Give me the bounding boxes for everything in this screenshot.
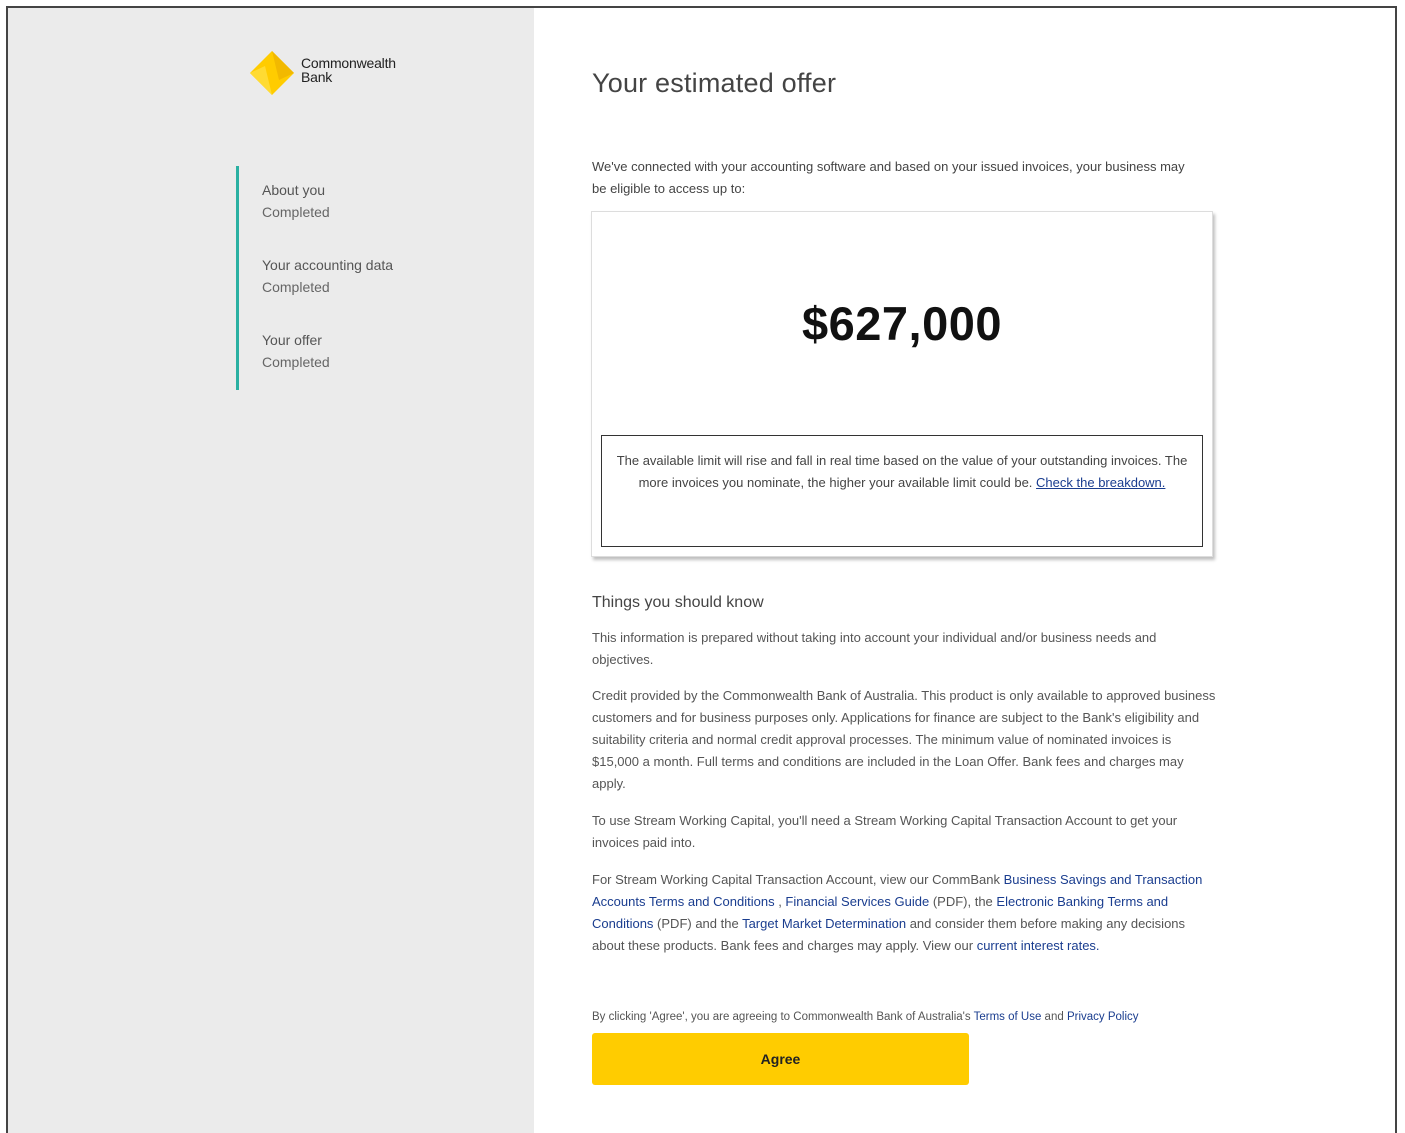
- step-your-offer: Your offer Completed: [262, 330, 393, 390]
- interest-rates-link[interactable]: current interest rates.: [977, 938, 1100, 953]
- cba-diamond-icon: [250, 51, 294, 95]
- consent-prefix: By clicking 'Agree', you are agreeing to…: [592, 1011, 974, 1023]
- offer-card: $627,000 The available limit will rise a…: [591, 211, 1213, 557]
- terms-text: (PDF) and the: [653, 916, 743, 931]
- brand-name-line2: Bank: [301, 69, 333, 85]
- things-heading: Things you should know: [592, 594, 764, 611]
- step-about-you: About you Completed: [262, 180, 393, 240]
- step-status: Completed: [262, 204, 330, 220]
- brand-logo: Commonwealth Bank: [249, 50, 396, 96]
- terms-text: (PDF), the: [929, 894, 997, 909]
- limit-note-box: The available limit will rise and fall i…: [601, 435, 1203, 547]
- info-paragraph: This information is prepared without tak…: [592, 630, 1157, 667]
- account-paragraph: To use Stream Working Capital, you'll ne…: [592, 813, 1178, 850]
- sidebar: Commonwealth Bank About you Completed Yo…: [8, 8, 534, 1133]
- brand-name: Commonwealth Bank: [301, 56, 396, 84]
- terms-of-use-link[interactable]: Terms of Use: [974, 1011, 1042, 1023]
- financial-services-guide-link[interactable]: Financial Services Guide: [785, 894, 929, 909]
- progress-steps: About you Completed Your accounting data…: [236, 166, 393, 390]
- terms-paragraph: For Stream Working Capital Transaction A…: [592, 869, 1216, 957]
- terms-text: For Stream Working Capital Transaction A…: [592, 872, 1004, 887]
- offer-intro: We've connected with your accounting sof…: [592, 159, 1185, 196]
- terms-text: ,: [774, 894, 786, 909]
- step-status: Completed: [262, 279, 330, 295]
- consent-text: By clicking 'Agree', you are agreeing to…: [592, 1011, 1232, 1023]
- step-accounting-data: Your accounting data Completed: [262, 255, 393, 315]
- step-title: Your offer: [262, 332, 322, 348]
- page-title: Your estimated offer: [592, 68, 837, 98]
- credit-paragraph: Credit provided by the Commonwealth Bank…: [592, 688, 1216, 791]
- step-title: Your accounting data: [262, 257, 394, 273]
- brand-name-line1: Commonwealth: [301, 55, 396, 71]
- agree-button[interactable]: Agree: [592, 1033, 969, 1085]
- main-content: Your estimated offer We've connected wit…: [534, 8, 1395, 1133]
- consent-and: and: [1041, 1011, 1067, 1023]
- check-breakdown-link[interactable]: Check the breakdown.: [1036, 475, 1165, 490]
- app-frame: Commonwealth Bank About you Completed Yo…: [6, 6, 1397, 1133]
- offer-amount: $627,000: [801, 297, 1003, 350]
- step-title: About you: [262, 182, 326, 198]
- step-status: Completed: [262, 354, 330, 370]
- privacy-policy-link[interactable]: Privacy Policy: [1067, 1011, 1139, 1023]
- target-market-determination-link[interactable]: Target Market Determination: [742, 916, 906, 931]
